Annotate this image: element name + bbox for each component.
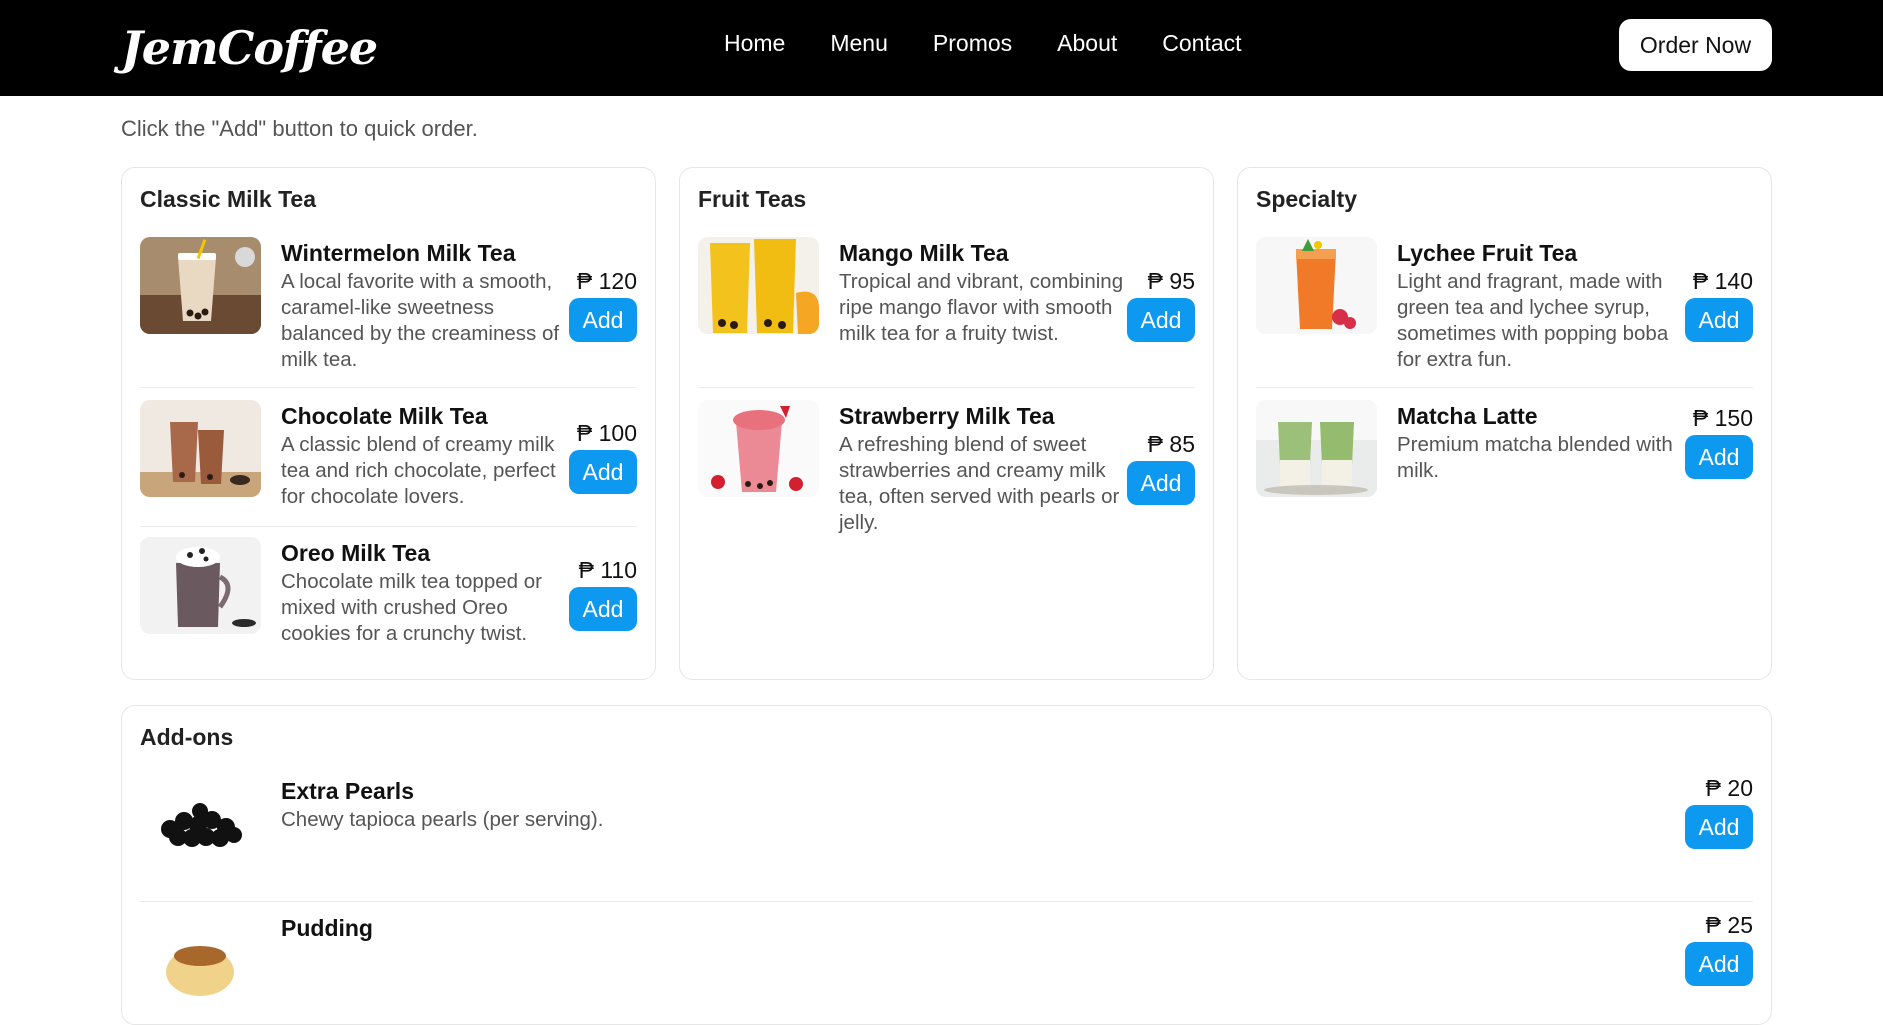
category-card-specialty: Specialty Lychee Fruit Tea Light and fra… (1237, 167, 1772, 680)
item-name: Wintermelon Milk Tea (281, 240, 516, 266)
category-card-fruit-teas: Fruit Teas Mango Milk Tea Tropical and v… (679, 167, 1214, 680)
menu-item: Strawberry Milk Tea A refreshing blend o… (698, 400, 1195, 551)
order-now-button[interactable]: Order Now (1619, 19, 1772, 71)
matcha-latte-image (1256, 400, 1377, 497)
mango-milk-tea-image (698, 237, 819, 334)
item-price: ₱ 25 (1705, 912, 1753, 938)
category-title: Fruit Teas (698, 186, 807, 212)
add-strawberry-milk-tea-button[interactable]: Add (1127, 461, 1195, 505)
item-description: Tropical and vibrant, combining ripe man… (839, 270, 1124, 345)
item-description: A local favorite with a smooth, caramel-… (281, 270, 560, 371)
item-price: ₱ 110 (578, 557, 637, 583)
pudding-image (140, 912, 261, 1009)
chocolate-milk-tea-image (140, 400, 261, 497)
category-title: Add-ons (140, 724, 234, 750)
menu-item: Pudding ₱ 25 Add (140, 912, 1753, 1022)
item-price: ₱ 140 (1692, 268, 1753, 294)
add-extra-pearls-button[interactable]: Add (1685, 805, 1753, 849)
add-mango-milk-tea-button[interactable]: Add (1127, 298, 1195, 342)
add-wintermelon-milk-tea-button[interactable]: Add (569, 298, 637, 342)
menu-item: Extra Pearls Chewy tapioca pearls (per s… (140, 775, 1753, 902)
lychee-fruit-tea-image (1256, 237, 1377, 334)
item-description: A classic blend of creamy milk tea and r… (281, 433, 556, 508)
nav-menu[interactable]: Menu (830, 30, 888, 57)
item-name: Pudding (281, 915, 373, 941)
main-nav: Home Menu Promos About Contact (724, 30, 1242, 57)
item-price: ₱ 95 (1147, 268, 1195, 294)
brand-logo-text: JemCoffee (121, 21, 378, 75)
nav-promos[interactable]: Promos (933, 30, 1012, 57)
item-name: Chocolate Milk Tea (281, 403, 488, 429)
brand-logo[interactable]: JemCoffee (121, 12, 378, 84)
item-description: Chewy tapioca pearls (per serving). (281, 808, 604, 831)
menu-item: Chocolate Milk Tea A classic blend of cr… (140, 400, 637, 527)
extra-pearls-image (140, 775, 261, 872)
nav-home[interactable]: Home (724, 30, 785, 57)
oreo-milk-tea-image (140, 537, 261, 634)
item-price: ₱ 20 (1705, 775, 1753, 801)
menu-item: Wintermelon Milk Tea A local favorite wi… (140, 237, 637, 388)
item-price: ₱ 100 (576, 420, 637, 446)
item-name: Lychee Fruit Tea (1397, 240, 1578, 266)
add-matcha-latte-button[interactable]: Add (1685, 435, 1753, 479)
item-name: Strawberry Milk Tea (839, 403, 1055, 429)
category-title: Specialty (1256, 186, 1357, 212)
item-name: Oreo Milk Tea (281, 540, 431, 566)
strawberry-milk-tea-image (698, 400, 819, 497)
add-pudding-button[interactable]: Add (1685, 942, 1753, 986)
category-card-add-ons: Add-ons Extra Pearls Chewy tapioca pearl… (121, 705, 1772, 1025)
add-lychee-fruit-tea-button[interactable]: Add (1685, 298, 1753, 342)
item-price: ₱ 150 (1692, 405, 1753, 431)
menu-item: Oreo Milk Tea Chocolate milk tea topped … (140, 537, 637, 657)
menu-item: Lychee Fruit Tea Light and fragrant, mad… (1256, 237, 1753, 388)
item-price: ₱ 85 (1147, 431, 1195, 457)
quick-order-hint: Click the "Add" button to quick order. (121, 116, 478, 141)
category-title: Classic Milk Tea (140, 186, 316, 212)
item-description: Chocolate milk tea topped or mixed with … (281, 570, 542, 645)
item-description: Light and fragrant, made with green tea … (1397, 270, 1669, 371)
add-oreo-milk-tea-button[interactable]: Add (569, 587, 637, 631)
item-name: Extra Pearls (281, 778, 414, 804)
add-chocolate-milk-tea-button[interactable]: Add (569, 450, 637, 494)
menu-item: Matcha Latte Premium matcha blended with… (1256, 400, 1753, 520)
top-navbar: JemCoffee Home Menu Promos About Contact… (0, 0, 1883, 96)
item-description: A refreshing blend of sweet strawberries… (839, 433, 1120, 534)
category-card-classic-milk-tea: Classic Milk Tea Wintermelon Milk Tea A … (121, 167, 656, 680)
item-description: Premium matcha blended with milk. (1397, 433, 1673, 482)
wintermelon-milk-tea-image (140, 237, 261, 334)
item-price: ₱ 120 (576, 268, 637, 294)
nav-about[interactable]: About (1057, 30, 1117, 57)
menu-item: Mango Milk Tea Tropical and vibrant, com… (698, 237, 1195, 388)
item-name: Mango Milk Tea (839, 240, 1009, 266)
nav-contact[interactable]: Contact (1162, 30, 1241, 57)
item-name: Matcha Latte (1397, 403, 1538, 429)
